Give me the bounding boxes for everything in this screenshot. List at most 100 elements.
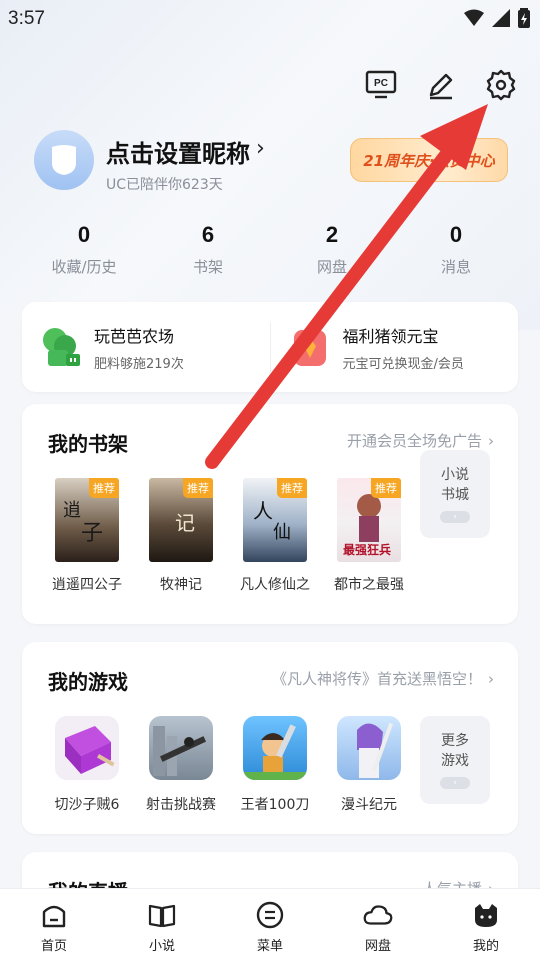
- book-item[interactable]: 记 推荐 牧神记: [134, 478, 228, 594]
- stat-messages[interactable]: 0 消息: [394, 222, 518, 277]
- book-cover: 记 推荐: [149, 478, 213, 562]
- recommend-badge: 推荐: [277, 478, 307, 498]
- vip-no-ads-link[interactable]: 开通会员全场免广告 ›: [347, 430, 494, 451]
- companion-days: UC已陪伴你623天: [106, 177, 223, 193]
- recommend-badge: 推荐: [183, 478, 213, 498]
- nav-label: 网盘: [364, 939, 391, 954]
- svg-text:最强狂兵: 最强狂兵: [343, 542, 391, 557]
- stat-cloud-drive[interactable]: 2 网盘: [270, 222, 394, 277]
- game-title: 切沙子贼6: [54, 797, 120, 813]
- bottom-nav: 首页 小说 菜单 网盘 我的: [0, 888, 540, 960]
- stat-bookshelf[interactable]: 6 书架: [146, 222, 270, 277]
- book-item[interactable]: 最强狂兵 推荐 都市之最强: [322, 478, 416, 594]
- gear-icon: [486, 69, 516, 101]
- stat-label: 书架: [192, 258, 223, 276]
- status-icons: [464, 8, 530, 28]
- nav-me[interactable]: 我的: [432, 889, 540, 960]
- stat-favorites[interactable]: 0 收藏/历史: [22, 222, 146, 277]
- svg-text:人: 人: [253, 499, 273, 523]
- settings-button[interactable]: [484, 68, 518, 102]
- lucky-pig-icon: [287, 324, 333, 370]
- stat-value: 0: [77, 222, 91, 247]
- promo-pig-sub: 元宝可兑换现金/会员: [342, 356, 464, 372]
- stat-value: 6: [201, 222, 215, 247]
- game-promo-link[interactable]: 《凡人神将传》首充送黑悟空！ ›: [272, 668, 494, 689]
- stat-value: 2: [325, 222, 339, 247]
- promo-pig-title: 福利猪领元宝: [342, 326, 439, 346]
- pc-button[interactable]: PC: [364, 68, 398, 102]
- book-title: 凡人修仙之: [240, 577, 310, 593]
- promo-card: 玩芭芭农场 肥料够施219次 福利猪领元宝 元宝可兑换现金/会员: [22, 302, 518, 392]
- book-title: 牧神记: [160, 577, 202, 593]
- farm-tree-icon: [38, 324, 84, 370]
- more-games-button[interactable]: 更多 游戏 ›: [420, 716, 490, 804]
- book-cover: 最强狂兵 推荐: [337, 478, 401, 562]
- book-icon: [147, 901, 177, 929]
- more-tile-line2: 游戏: [441, 753, 469, 769]
- top-actions: PC: [364, 68, 518, 102]
- nav-cloud[interactable]: 网盘: [324, 889, 432, 960]
- games-card: 我的游戏 《凡人神将传》首充送黑悟空！ › 切沙子贼6 射击挑战赛 王者100刀 …: [22, 642, 518, 834]
- status-bar: 3:57: [0, 0, 540, 40]
- game-item[interactable]: 射击挑战赛: [134, 716, 228, 814]
- more-tile-line2: 书城: [441, 487, 469, 503]
- novel-store-button[interactable]: 小说 书城 ›: [420, 450, 490, 538]
- membership-center-button[interactable]: 21周年庆·会员中心: [350, 138, 508, 182]
- avatar[interactable]: [34, 130, 94, 190]
- chevron-right-icon: ›: [488, 432, 494, 450]
- anniversary-label: 21周年庆·会员中心: [363, 151, 495, 170]
- book-title: 都市之最强: [334, 577, 404, 593]
- svg-text:PC: PC: [374, 78, 388, 89]
- stats-row: 0 收藏/历史 6 书架 2 网盘 0 消息: [22, 222, 518, 277]
- pc-icon: PC: [365, 70, 397, 99]
- stat-label: 收藏/历史: [51, 258, 117, 276]
- svg-text:逍: 逍: [63, 500, 81, 521]
- svg-text:子: 子: [81, 521, 103, 546]
- nav-label: 我的: [472, 939, 499, 954]
- promo-farm-sub: 肥料够施219次: [94, 356, 184, 372]
- game-item[interactable]: 漫斗纪元: [322, 716, 416, 814]
- bookshelf-title: 我的书架: [48, 432, 128, 456]
- nav-label: 菜单: [256, 939, 283, 954]
- stat-value: 0: [449, 222, 463, 247]
- recommend-badge: 推荐: [371, 478, 401, 498]
- game-icon: [243, 716, 307, 780]
- battery-icon: [518, 8, 530, 28]
- game-icon: [337, 716, 401, 780]
- book-item[interactable]: 人仙 推荐 凡人修仙之: [228, 478, 322, 594]
- avatar-placeholder-icon: [52, 145, 76, 175]
- menu-icon: [255, 901, 285, 929]
- game-icon: [55, 716, 119, 780]
- edit-button[interactable]: [424, 68, 458, 102]
- nav-label: 首页: [40, 939, 67, 954]
- nav-label: 小说: [148, 939, 175, 954]
- promo-farm[interactable]: 玩芭芭农场 肥料够施219次: [22, 323, 270, 372]
- svg-text:仙: 仙: [273, 522, 291, 543]
- bookshelf-card: 我的书架 开通会员全场免广告 › 逍子 推荐 逍遥四公子 记 推荐 牧神记 人仙 …: [22, 404, 518, 624]
- nav-novel[interactable]: 小说: [108, 889, 216, 960]
- wifi-icon: [464, 9, 484, 26]
- chevron-right-icon: ›: [440, 777, 470, 789]
- stat-label: 消息: [440, 258, 471, 276]
- game-promo-label: 《凡人神将传》首充送黑悟空！: [271, 670, 482, 688]
- game-item[interactable]: 王者100刀: [228, 716, 322, 814]
- nav-menu[interactable]: 菜单: [216, 889, 324, 960]
- cloud-icon: [363, 901, 393, 929]
- nickname[interactable]: 点击设置昵称: [106, 134, 250, 169]
- game-item[interactable]: 切沙子贼6: [40, 716, 134, 814]
- game-list: 切沙子贼6 射击挑战赛 王者100刀 漫斗纪元: [40, 716, 416, 814]
- game-icon: [149, 716, 213, 780]
- chevron-right-icon[interactable]: ›: [256, 136, 265, 161]
- book-cover: 逍子 推荐: [55, 478, 119, 562]
- recommend-badge: 推荐: [89, 478, 119, 498]
- promo-pig[interactable]: 福利猪领元宝 元宝可兑换现金/会员: [271, 323, 519, 372]
- book-list: 逍子 推荐 逍遥四公子 记 推荐 牧神记 人仙 推荐 凡人修仙之 最强狂兵 推荐: [40, 478, 416, 594]
- games-title: 我的游戏: [48, 670, 128, 694]
- signal-icon: [492, 9, 510, 27]
- nav-home[interactable]: 首页: [0, 889, 108, 960]
- book-item[interactable]: 逍子 推荐 逍遥四公子: [40, 478, 134, 594]
- more-tile-line1: 更多: [441, 733, 469, 749]
- book-title: 逍遥四公子: [52, 577, 122, 593]
- home-icon: [39, 901, 69, 929]
- svg-text:记: 记: [175, 511, 195, 535]
